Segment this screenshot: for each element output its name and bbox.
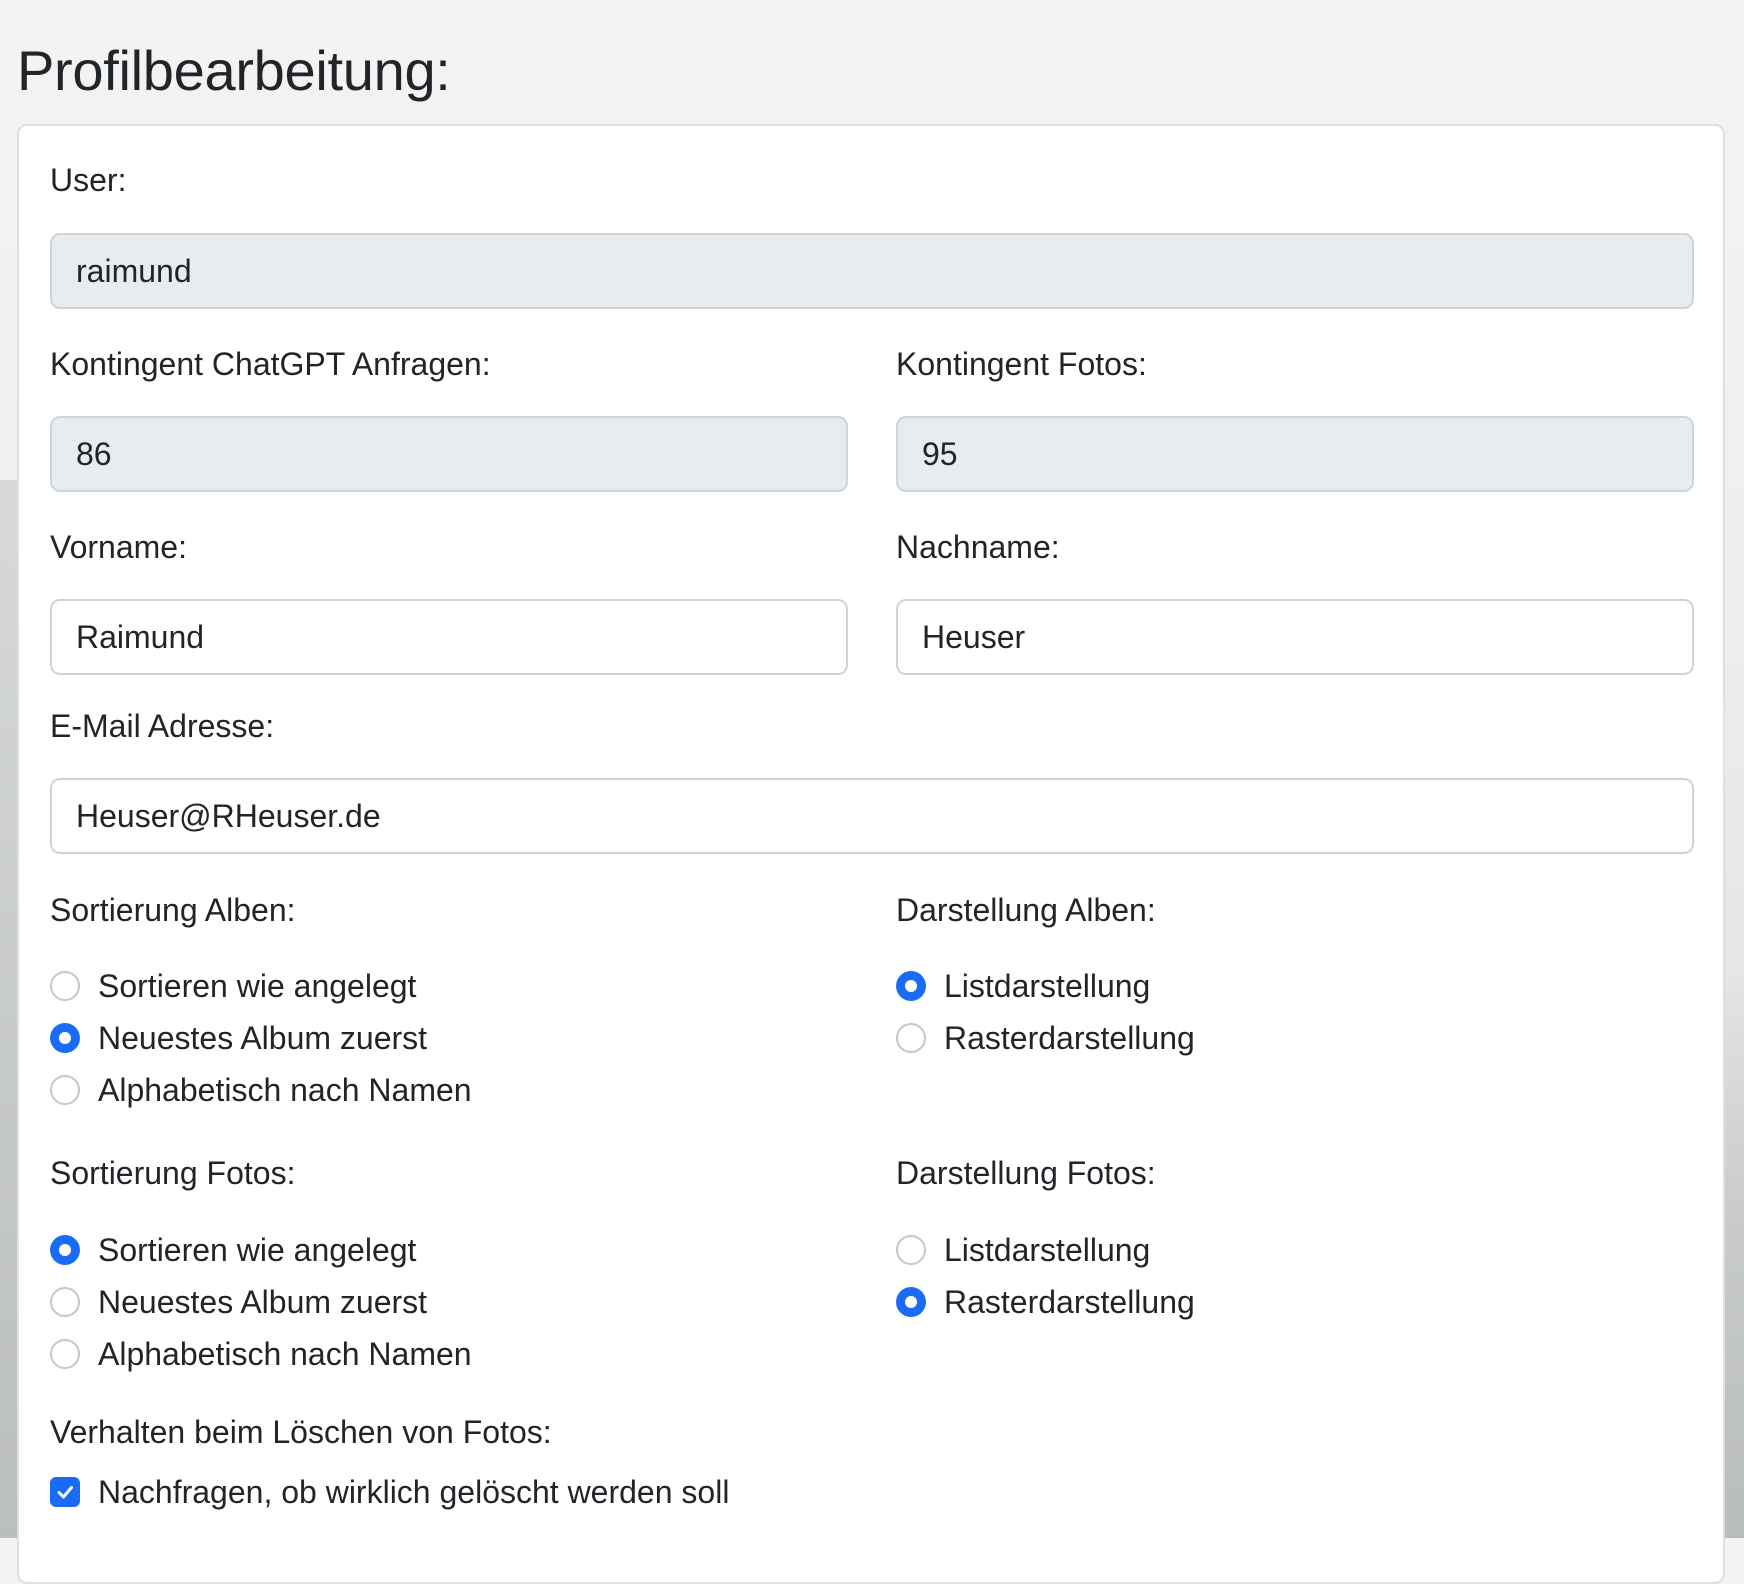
kontingent-fotos-label: Kontingent Fotos: <box>896 346 1147 382</box>
radio-label: Neuestes Album zuerst <box>98 1019 428 1056</box>
loeschen-nachfragen-option[interactable]: Nachfragen, ob wirklich gelöscht werden … <box>50 1470 729 1514</box>
sortierung-alben-label: Sortierung Alben: <box>50 892 296 928</box>
nachname-field[interactable]: Heuser <box>896 599 1694 675</box>
radio-button[interactable] <box>50 1075 80 1105</box>
vorname-label: Vorname: <box>50 529 187 565</box>
page-title: Profilbearbeitung: <box>17 39 451 102</box>
radio-button[interactable] <box>896 1023 926 1053</box>
sortierung-alben-option-neuestes[interactable]: Neuestes Album zuerst <box>50 1016 427 1060</box>
radio-label: Sortieren wie angelegt <box>98 1231 417 1268</box>
radio-button-checked[interactable] <box>50 1235 80 1265</box>
kontingent-chatgpt-label: Kontingent ChatGPT Anfragen: <box>50 346 491 382</box>
radio-label: Alphabetisch nach Namen <box>98 1335 472 1372</box>
vorname-field[interactable]: Raimund <box>50 599 848 675</box>
radio-label: Sortieren wie angelegt <box>98 967 417 1004</box>
radio-button[interactable] <box>896 1235 926 1265</box>
darstellung-fotos-option-raster[interactable]: Rasterdarstellung <box>896 1280 1195 1324</box>
sortierung-fotos-label: Sortierung Fotos: <box>50 1155 296 1191</box>
checkbox-checked[interactable] <box>50 1477 80 1507</box>
kontingent-fotos-field: 95 <box>896 416 1694 492</box>
darstellung-alben-option-raster[interactable]: Rasterdarstellung <box>896 1016 1195 1060</box>
kontingent-chatgpt-field: 86 <box>50 416 848 492</box>
sortierung-alben-option-angelegt[interactable]: Sortieren wie angelegt <box>50 964 416 1008</box>
darstellung-alben-option-liste[interactable]: Listdarstellung <box>896 964 1150 1008</box>
radio-label: Neuestes Album zuerst <box>98 1283 428 1320</box>
sortierung-alben-option-alphabetisch[interactable]: Alphabetisch nach Namen <box>50 1068 472 1112</box>
darstellung-alben-label: Darstellung Alben: <box>896 892 1156 928</box>
radio-label: Listdarstellung <box>944 1231 1151 1268</box>
checkbox-label: Nachfragen, ob wirklich gelöscht werden … <box>98 1473 730 1510</box>
user-field: raimund <box>50 233 1694 309</box>
radio-button[interactable] <box>50 1339 80 1369</box>
radio-button-checked[interactable] <box>896 1287 926 1317</box>
darstellung-fotos-label: Darstellung Fotos: <box>896 1155 1156 1191</box>
email-field[interactable]: Heuser@RHeuser.de <box>50 778 1694 854</box>
sortierung-fotos-option-neuestes[interactable]: Neuestes Album zuerst <box>50 1280 427 1324</box>
nachname-label: Nachname: <box>896 529 1060 565</box>
loeschen-label: Verhalten beim Löschen von Fotos: <box>50 1414 552 1450</box>
email-label: E-Mail Adresse: <box>50 708 275 744</box>
user-label: User: <box>50 162 127 198</box>
radio-button-checked[interactable] <box>50 1023 80 1053</box>
radio-label: Alphabetisch nach Namen <box>98 1071 472 1108</box>
radio-button-checked[interactable] <box>896 971 926 1001</box>
radio-label: Listdarstellung <box>944 967 1151 1004</box>
radio-button[interactable] <box>50 971 80 1001</box>
radio-label: Rasterdarstellung <box>944 1019 1195 1056</box>
radio-button[interactable] <box>50 1287 80 1317</box>
checkmark-icon <box>57 1486 73 1499</box>
sortierung-fotos-option-alphabetisch[interactable]: Alphabetisch nach Namen <box>50 1332 472 1376</box>
darstellung-fotos-option-liste[interactable]: Listdarstellung <box>896 1228 1150 1272</box>
radio-label: Rasterdarstellung <box>944 1283 1195 1320</box>
sortierung-fotos-option-angelegt[interactable]: Sortieren wie angelegt <box>50 1228 416 1272</box>
